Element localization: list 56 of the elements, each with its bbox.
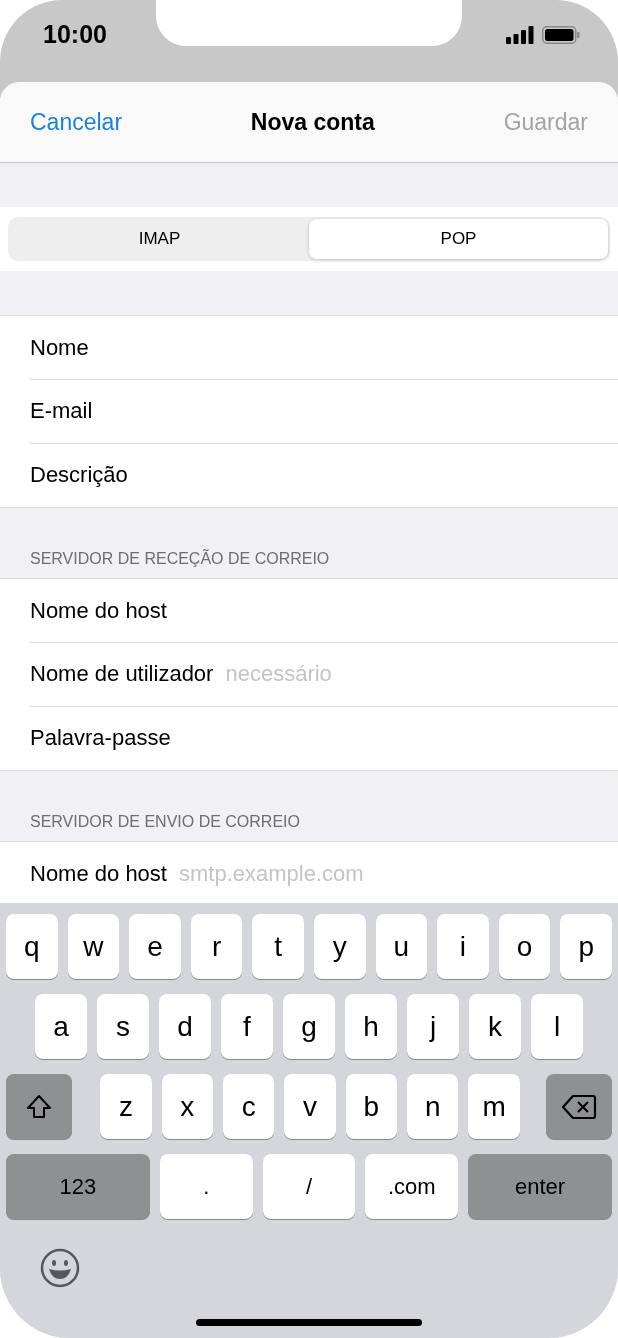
letter-key[interactable]: x — [161, 1074, 213, 1139]
keyboard-key[interactable]: .com — [365, 1154, 459, 1219]
backspace-icon — [560, 1093, 597, 1120]
letter-key[interactable]: f — [221, 994, 273, 1059]
function-key[interactable]: 123 — [6, 1154, 150, 1219]
letter-key[interactable]: n — [407, 1074, 459, 1139]
field-label: E-mail — [30, 398, 93, 424]
section-header: SERVIDOR DE RECEÇÃO DE CORREIO — [29, 548, 331, 569]
signal-icon — [506, 26, 534, 44]
status-time: 10:00 — [42, 20, 108, 49]
delete-key[interactable] — [545, 1074, 612, 1139]
field-label: Nome do host — [30, 860, 167, 887]
keyboard-key[interactable]: / — [262, 1154, 356, 1219]
letter-key[interactable]: m — [468, 1074, 520, 1139]
letter-key[interactable]: c — [222, 1074, 275, 1139]
letter-key[interactable]: e — [129, 914, 181, 979]
letter-key[interactable]: u — [375, 914, 428, 979]
shift-key[interactable] — [6, 1074, 73, 1139]
letter-key[interactable]: w — [67, 914, 120, 979]
letter-key[interactable]: g — [283, 994, 335, 1059]
letter-key[interactable]: d — [159, 994, 211, 1059]
segment-tab[interactable]: POP — [309, 219, 608, 259]
letter-key[interactable]: j — [407, 994, 459, 1059]
shift-icon — [25, 1092, 54, 1121]
letter-key[interactable]: s — [97, 994, 149, 1059]
letter-key[interactable]: v — [284, 1074, 336, 1139]
form-row[interactable]: Nome do host smtp.example.com — [0, 842, 618, 905]
letter-key[interactable]: b — [345, 1074, 398, 1139]
nav-title: Nova conta — [250, 108, 375, 136]
keyboard-key[interactable]: . — [159, 1154, 253, 1219]
letter-key[interactable]: i — [437, 914, 489, 979]
form-row[interactable]: Nome de utilizador necessário — [0, 642, 618, 706]
letter-key[interactable]: o — [498, 914, 551, 979]
letter-key[interactable]: y — [314, 914, 366, 979]
letter-key[interactable]: p — [560, 914, 612, 979]
letter-key[interactable]: z — [100, 1074, 152, 1139]
field-label: Nome de utilizador — [30, 661, 214, 687]
function-key[interactable]: enter — [468, 1154, 612, 1219]
cancel-button[interactable]: Cancelar — [30, 108, 123, 136]
segment-tab[interactable]: IMAP — [10, 219, 309, 259]
emoji-icon[interactable] — [40, 1248, 80, 1288]
field-label: Nome — [30, 334, 89, 361]
letter-key[interactable]: a — [35, 994, 87, 1059]
section-header: SERVIDOR DE ENVIO DE CORREIO — [29, 812, 301, 832]
field-label: Descrição — [30, 462, 128, 488]
letter-key[interactable]: h — [345, 994, 397, 1059]
letter-key[interactable]: r — [190, 914, 243, 979]
letter-key[interactable]: q — [6, 914, 58, 979]
letter-key[interactable]: t — [252, 914, 304, 979]
input-field[interactable]: necessário — [225, 661, 618, 687]
field-label: Palavra-passe — [30, 725, 171, 751]
field-label: Nome do host — [30, 597, 167, 624]
letter-key[interactable]: l — [531, 994, 583, 1059]
input-field[interactable]: smtp.example.com — [178, 860, 618, 887]
letter-key[interactable]: k — [469, 994, 521, 1059]
battery-icon — [542, 26, 580, 44]
